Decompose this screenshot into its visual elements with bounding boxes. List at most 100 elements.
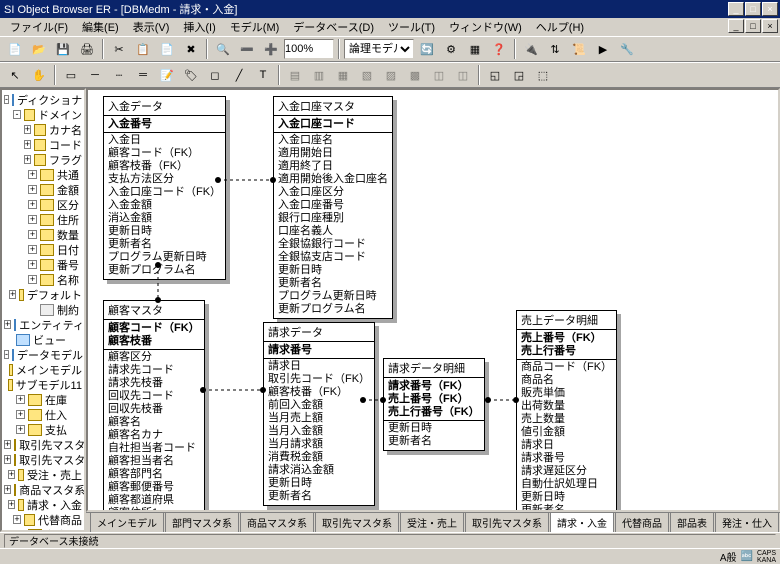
tree-domain-item-5[interactable]: +区分	[4, 197, 82, 212]
text-icon[interactable]: T	[252, 64, 274, 86]
tree-domain-item-7[interactable]: +数量	[4, 227, 82, 242]
tree-domain-item-6[interactable]: +住所	[4, 212, 82, 227]
expander-icon[interactable]: +	[16, 425, 25, 434]
entity-icon[interactable]: ▭	[60, 64, 82, 86]
close-button[interactable]: ×	[762, 2, 778, 16]
entity-kokyaku[interactable]: 顧客マスタ顧客コード（FK）顧客枝番顧客区分請求先コード請求先枝番回収先コード回…	[103, 300, 205, 512]
tab-6[interactable]: 請求・入金	[550, 512, 614, 532]
pointer-icon[interactable]: ↖	[4, 64, 26, 86]
model-type-combo[interactable]: 論理モデル	[344, 39, 414, 59]
menu-tools[interactable]: ツール(T)	[382, 18, 441, 36]
menu-window[interactable]: ウィンドウ(W)	[443, 18, 528, 36]
help-icon[interactable]: ❓	[488, 38, 510, 60]
align5-icon[interactable]: ▨	[380, 64, 402, 86]
expander-icon[interactable]: +	[16, 410, 25, 419]
new-icon[interactable]: 📄	[4, 38, 26, 60]
db-script-icon[interactable]: 📜	[568, 38, 590, 60]
tree-domain-item-11[interactable]: +デフォルト	[4, 287, 82, 302]
tree-domain-item-2[interactable]: +フラグ	[4, 152, 82, 167]
align2-icon[interactable]: ▥	[308, 64, 330, 86]
menu-model[interactable]: モデル(M)	[224, 18, 286, 36]
align6-icon[interactable]: ▩	[404, 64, 426, 86]
expander-icon[interactable]: +	[4, 440, 11, 449]
tree-domain-item-0[interactable]: +カナ名	[4, 122, 82, 137]
entity-seikyu[interactable]: 請求データ請求番号請求日取引先コード（FK）顧客枝番（FK）前回入金額当月売上額…	[263, 322, 375, 506]
note-icon[interactable]: 📝	[156, 64, 178, 86]
menu-view[interactable]: 表示(V)	[127, 18, 176, 36]
expander-icon[interactable]: +	[28, 170, 37, 179]
menu-edit[interactable]: 編集(E)	[76, 18, 125, 36]
menu-help[interactable]: ヘルプ(H)	[530, 18, 590, 36]
layer1-icon[interactable]: ◱	[484, 64, 506, 86]
tree-dm-item-3[interactable]: +仕入	[4, 407, 82, 422]
expander-icon[interactable]: +	[28, 215, 37, 224]
expander-icon[interactable]: +	[16, 395, 25, 404]
pan-icon[interactable]: ✋	[28, 64, 50, 86]
label-icon[interactable]: 🏷	[180, 64, 202, 86]
menu-file[interactable]: ファイル(F)	[4, 18, 74, 36]
expander-icon[interactable]: +	[4, 455, 11, 464]
tab-3[interactable]: 取引先マスタ系	[315, 512, 399, 532]
tab-4[interactable]: 受注・売上	[400, 512, 464, 532]
tab-5[interactable]: 取引先マスタ系	[465, 512, 549, 532]
expander-icon[interactable]: +	[8, 470, 15, 479]
tree-dm-item-4[interactable]: +支払	[4, 422, 82, 437]
tree-dm-item-1[interactable]: サブモデル11	[4, 377, 82, 392]
tree-domain-item-9[interactable]: +番号	[4, 257, 82, 272]
db-tool-icon[interactable]: 🔧	[616, 38, 638, 60]
tree-dm-item-6[interactable]: +取引先マスタ系	[4, 452, 82, 467]
layer3-icon[interactable]: ⬚	[532, 64, 554, 86]
align1-icon[interactable]: ▤	[284, 64, 306, 86]
expander-icon[interactable]: +	[24, 140, 32, 149]
expander-icon[interactable]: -	[4, 95, 9, 104]
tab-1[interactable]: 部門マスタ系	[165, 512, 239, 532]
shape-icon[interactable]: ◻	[204, 64, 226, 86]
expander-icon[interactable]: +	[16, 530, 25, 532]
mdi-maximize-button[interactable]: □	[745, 19, 761, 33]
tree-dm-item-5[interactable]: +取引先マスタ	[4, 437, 82, 452]
expander-icon[interactable]: +	[24, 125, 32, 134]
entity-seikyu_meisai[interactable]: 請求データ明細請求番号（FK）売上番号（FK）売上行番号（FK）更新日時更新者名	[383, 358, 485, 451]
expander-icon[interactable]: +	[4, 320, 11, 329]
mdi-minimize-button[interactable]: _	[728, 19, 744, 33]
expander-icon[interactable]: +	[24, 155, 32, 164]
db-sync-icon[interactable]: ⇅	[544, 38, 566, 60]
expander-icon[interactable]: +	[4, 485, 11, 494]
expander-icon[interactable]: -	[13, 110, 20, 119]
entity-uriage_meisai[interactable]: 売上データ明細売上番号（FK）売上行番号商品コード（FK）商品名販売単価出荷数量…	[516, 310, 617, 512]
expander-icon[interactable]: +	[28, 200, 37, 209]
menu-insert[interactable]: 挿入(I)	[177, 18, 221, 36]
tree-domain-item-1[interactable]: +コード	[4, 137, 82, 152]
expander-icon[interactable]: +	[28, 275, 37, 284]
copy-icon[interactable]: 📋	[132, 38, 154, 60]
expander-icon[interactable]: +	[28, 230, 37, 239]
tab-2[interactable]: 商品マスタ系	[240, 512, 314, 532]
tree-domain-item-10[interactable]: +名称	[4, 272, 82, 287]
expander-icon[interactable]: +	[28, 260, 37, 269]
zoom-combo[interactable]	[284, 39, 334, 59]
refresh-icon[interactable]: 🔄	[416, 38, 438, 60]
line-icon[interactable]: ╱	[228, 64, 250, 86]
zoom-out-icon[interactable]: ➖	[236, 38, 258, 60]
tree-dm-item-10[interactable]: +代替商品	[4, 512, 82, 527]
relation1-icon[interactable]: ─	[84, 64, 106, 86]
tree-domain-item-8[interactable]: +日付	[4, 242, 82, 257]
tree-dm-item-0[interactable]: メインモデル	[4, 362, 82, 377]
zoom-fit-icon[interactable]: 🔍	[212, 38, 234, 60]
tab-9[interactable]: 発注・仕入	[715, 512, 779, 532]
db-run-icon[interactable]: ▶	[592, 38, 614, 60]
tree-domain[interactable]: -ドメイン	[4, 107, 82, 122]
tree-dm-item-2[interactable]: +在庫	[4, 392, 82, 407]
entity-nyukin_data[interactable]: 入金データ入金番号入金日顧客コード（FK）顧客枝番（FK）支払方法区分入金口座コ…	[103, 96, 226, 280]
maximize-button[interactable]: □	[745, 2, 761, 16]
properties-icon[interactable]: ⚙	[440, 38, 462, 60]
layer2-icon[interactable]: ◲	[508, 64, 530, 86]
expander-icon[interactable]: -	[4, 350, 9, 359]
delete-icon[interactable]: ✖	[180, 38, 202, 60]
tree-dm-item-7[interactable]: +受注・売上	[4, 467, 82, 482]
menu-database[interactable]: データベース(D)	[287, 18, 380, 36]
db-connect-icon[interactable]: 🔌	[520, 38, 542, 60]
cut-icon[interactable]: ✂	[108, 38, 130, 60]
tree-datamodel[interactable]: -データモデル	[4, 347, 82, 362]
expander-icon[interactable]: +	[8, 500, 15, 509]
